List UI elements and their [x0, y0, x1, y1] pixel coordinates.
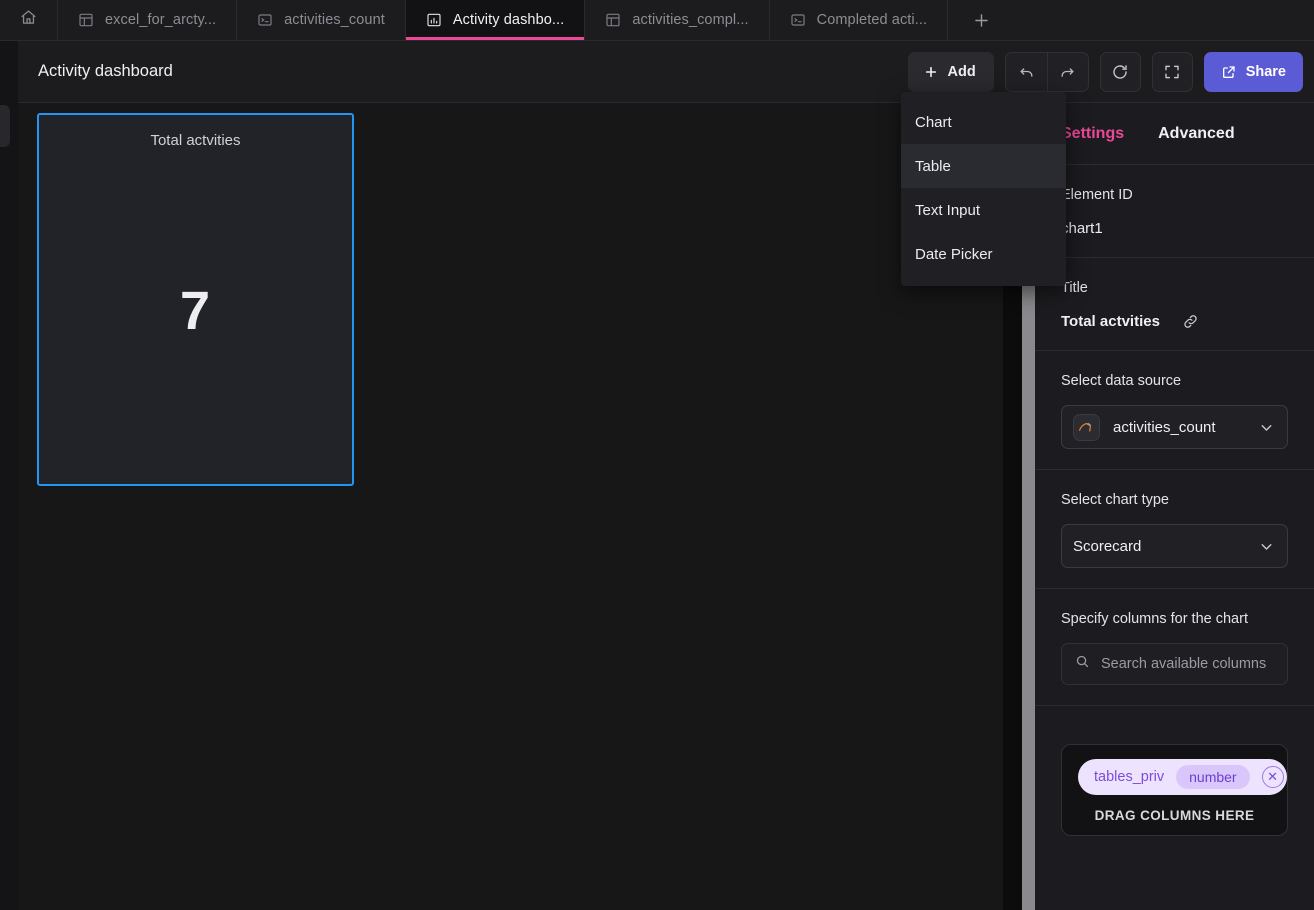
external-link-icon: [1222, 65, 1235, 78]
redo-button[interactable]: [1046, 52, 1088, 91]
table-icon: [605, 12, 621, 28]
scorecard-widget[interactable]: Total actvities 7: [37, 113, 354, 486]
scorecard-title: Total actvities: [150, 132, 241, 149]
title-row: Total actvities: [1061, 313, 1288, 330]
title-section: Title Total actvities: [1035, 258, 1314, 351]
dashboard-canvas[interactable]: Total actvities 7: [18, 103, 1022, 910]
column-chip-type-badge: number: [1176, 765, 1250, 789]
add-button-label: Add: [947, 63, 976, 80]
tab-label: activities_count: [284, 12, 385, 28]
menu-item-table[interactable]: Table: [901, 144, 1066, 188]
undo-icon: [1020, 68, 1033, 77]
chevron-down-icon: [1258, 419, 1275, 436]
share-button-label: Share: [1245, 63, 1286, 80]
panel-scrollbar[interactable]: [1022, 268, 1035, 910]
tab-label: activities_compl...: [632, 12, 749, 28]
add-dropdown-menu: Chart Table Text Input Date Picker: [901, 92, 1066, 286]
element-id-label: Element ID: [1061, 187, 1133, 203]
columns-label: Specify columns for the chart: [1061, 611, 1248, 627]
tab-bar: excel_for_arcty... activities_count Acti…: [0, 0, 1314, 41]
tab-settings[interactable]: Settings: [1061, 125, 1124, 143]
menu-item-text-input[interactable]: Text Input: [901, 188, 1066, 232]
scorecard-value: 7: [179, 280, 212, 341]
chart-type-label: Select chart type: [1061, 492, 1169, 508]
menu-item-date-picker[interactable]: Date Picker: [901, 232, 1066, 276]
plus-icon: [974, 13, 988, 27]
tab-activities-count[interactable]: activities_count: [237, 0, 406, 40]
table-icon: [78, 12, 94, 28]
dashboard-header: Activity dashboard Add Share: [18, 41, 1314, 103]
sidebar-toggle-handle[interactable]: [0, 105, 10, 147]
chart-type-select[interactable]: Scorecard: [1061, 524, 1288, 568]
settings-panel: Settings Advanced Element ID chart1 Titl…: [1035, 103, 1314, 910]
data-source-value: activities_count: [1113, 418, 1216, 436]
title-label: Title: [1061, 280, 1088, 296]
fullscreen-icon: [1165, 65, 1179, 78]
chart-type-section: Select chart type Scorecard: [1035, 470, 1314, 589]
data-source-section: Select data source activities_count: [1035, 351, 1314, 470]
chart-type-value: Scorecard: [1073, 537, 1142, 555]
tab-completed-activities[interactable]: Completed acti...: [770, 0, 949, 40]
tab-label: Activity dashbo...: [452, 12, 565, 28]
tab-advanced[interactable]: Advanced: [1158, 125, 1234, 143]
columns-dropzone[interactable]: tables_priv number ✕ DRAG COLUMNS HERE: [1061, 744, 1288, 836]
column-search-box[interactable]: [1061, 643, 1288, 685]
panel-scroll-gutter: [1003, 268, 1022, 910]
terminal-icon: [257, 12, 273, 28]
menu-item-chart[interactable]: Chart: [901, 100, 1066, 144]
element-id-value[interactable]: chart1: [1061, 220, 1288, 237]
search-icon: [1075, 654, 1090, 674]
home-tab-button[interactable]: [0, 0, 58, 40]
link-icon[interactable]: [1182, 313, 1199, 330]
tab-label: excel_for_arcty...: [105, 12, 217, 28]
close-icon[interactable]: ✕: [1261, 766, 1284, 788]
mysql-icon: [1073, 413, 1100, 441]
tab-activity-dashboard[interactable]: Activity dashbo...: [405, 0, 586, 40]
page-title: Activity dashboard: [38, 62, 173, 80]
plus-icon: [925, 66, 936, 77]
data-source-select[interactable]: activities_count: [1061, 405, 1288, 449]
new-tab-button[interactable]: [948, 0, 1014, 40]
columns-dropzone-section: tables_priv number ✕ DRAG COLUMNS HERE: [1035, 706, 1314, 856]
panel-tab-row: Settings Advanced: [1035, 103, 1314, 165]
chevron-down-icon: [1258, 538, 1275, 555]
bar-chart-icon: [426, 12, 442, 28]
redo-icon: [1061, 68, 1074, 77]
tab-label: Completed acti...: [816, 12, 928, 28]
data-source-label: Select data source: [1061, 373, 1182, 389]
refresh-icon: [1113, 64, 1127, 79]
left-rail: [0, 41, 18, 910]
dropzone-hint: DRAG COLUMNS HERE: [1094, 808, 1255, 823]
refresh-button[interactable]: [1099, 51, 1141, 92]
columns-section: Specify columns for the chart: [1035, 589, 1314, 706]
tab-excel-for-arcty[interactable]: excel_for_arcty...: [58, 0, 238, 40]
share-button[interactable]: Share: [1203, 51, 1303, 92]
column-chip-name: tables_priv: [1094, 769, 1165, 785]
home-icon: [20, 9, 37, 31]
terminal-icon: [790, 12, 806, 28]
undo-redo-group: [1004, 51, 1089, 92]
element-id-section: Element ID chart1: [1035, 165, 1314, 258]
undo-button[interactable]: [1006, 53, 1047, 91]
fullscreen-button[interactable]: [1151, 51, 1193, 92]
search-input[interactable]: [1101, 656, 1288, 672]
column-chip[interactable]: tables_priv number ✕: [1078, 759, 1287, 795]
add-button[interactable]: Add: [907, 51, 994, 92]
header-actions: Add Share: [907, 51, 1314, 92]
tab-activities-completed[interactable]: activities_compl...: [585, 0, 770, 40]
title-value[interactable]: Total actvities: [1061, 313, 1160, 330]
